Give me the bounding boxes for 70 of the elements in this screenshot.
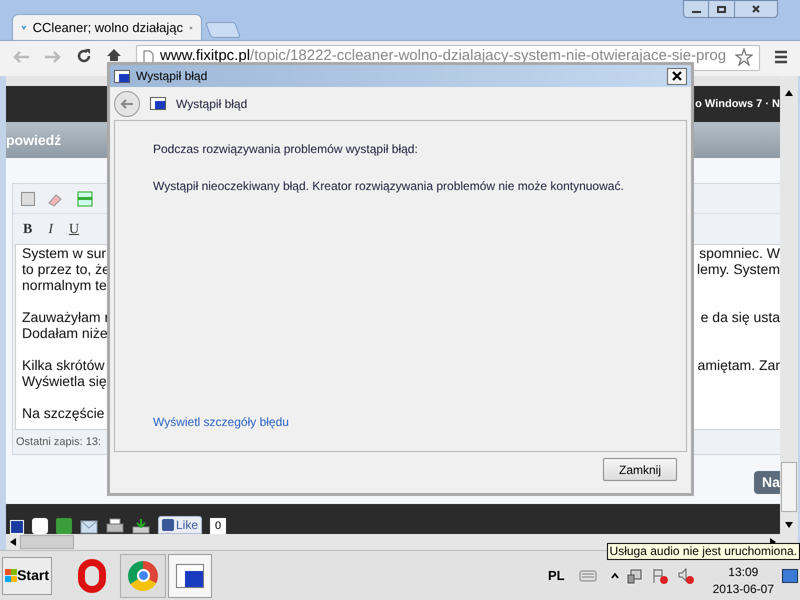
scrollbar-thumb[interactable] [781, 462, 797, 512]
next-button[interactable]: Na [754, 471, 780, 494]
format-button[interactable]: B [23, 218, 32, 240]
chrome-taskbar-icon[interactable] [120, 554, 166, 598]
text-line: Kilka skrótów [22, 357, 104, 373]
text-line: e da się usta [700, 309, 780, 325]
format-button[interactable]: U [69, 218, 80, 240]
arrow-left-icon [120, 98, 134, 108]
error-intro: Podczas rozwiązywania problemów wystąpił błąd: [153, 141, 419, 158]
download-icon[interactable] [132, 518, 150, 534]
close-button[interactable]: Zamknij [603, 458, 677, 481]
like-count: 0 [210, 518, 226, 534]
scroll-up-icon[interactable] [785, 90, 793, 96]
scroll-down-icon[interactable] [785, 522, 793, 528]
scrollbar-thumb[interactable] [20, 535, 74, 549]
browser-tab[interactable]: CCleaner; wolno działając [12, 14, 202, 40]
source-icon[interactable] [21, 192, 35, 206]
show-hidden-icons-icon[interactable] [610, 572, 619, 578]
last-save-status: Ostatni zapis: 13: [16, 434, 101, 450]
facebook-icon [162, 519, 174, 531]
printer-icon[interactable] [106, 518, 124, 534]
text-line: Wyświetla się [22, 373, 107, 389]
clock-date[interactable]: 2013-06-07 [712, 580, 774, 598]
language-indicator[interactable]: PL [548, 566, 565, 586]
error-details-link[interactable]: Wyświetl szczegóły błędu [153, 413, 686, 431]
network-icon[interactable] [626, 568, 643, 584]
minimize-button[interactable] [683, 0, 709, 18]
show-desktop-button[interactable] [782, 568, 798, 582]
error-message: Wystąpił nieoczekiwany błąd. Kreator rozwiązywania problemów nie może kontynuować. [153, 178, 625, 195]
mail-icon[interactable] [80, 520, 98, 534]
dialog-heading: Wystąpił błąd [176, 96, 248, 112]
dialog-title: Wystąpił błąd [136, 68, 208, 85]
troubleshooter-icon [150, 97, 166, 110]
url-text: www.fixitpc.pl/topic/18222-ccleaner-wolno-dzialajacy-system-nie-otwierajace-sie-prog [160, 47, 726, 64]
like-button[interactable]: Like [158, 516, 202, 534]
page-icon [143, 50, 154, 64]
text-line: Dodałam niże [22, 325, 108, 341]
text-line: System w sur [22, 245, 106, 261]
text-line: normalnym te [22, 277, 107, 293]
clock-time[interactable]: 13:09 [728, 564, 758, 580]
maximize-button[interactable] [709, 0, 735, 18]
troubleshooter-icon [114, 70, 130, 82]
format-button[interactable]: I [48, 218, 54, 240]
tab-title: CCleaner; wolno działając [32, 18, 183, 37]
start-button[interactable]: Start [2, 556, 52, 594]
reload-icon[interactable] [76, 48, 92, 64]
speaker-error-icon[interactable] [676, 566, 695, 584]
table-icon[interactable] [77, 190, 93, 206]
text-line: lemy. System [697, 261, 780, 277]
menu-icon[interactable] [774, 50, 788, 64]
close-icon [672, 71, 682, 81]
windows-logo-icon [5, 569, 16, 582]
flag-error-icon[interactable] [650, 566, 669, 584]
window-close-button[interactable] [735, 0, 778, 18]
close-icon [751, 4, 761, 14]
back-button[interactable] [114, 90, 140, 116]
share-icon[interactable] [32, 518, 48, 534]
scroll-left-icon[interactable] [10, 538, 16, 546]
text-line: Na szczęście [22, 405, 104, 421]
nav-text[interactable]: o Windows 7 · N [695, 96, 780, 112]
section-title: powiedź [6, 130, 62, 150]
troubleshooter-taskbar-icon[interactable] [168, 554, 212, 598]
dialog-close-button[interactable] [667, 68, 687, 84]
home-icon[interactable] [106, 48, 122, 62]
tooltip: Usługa audio nie jest uruchomiona. [606, 543, 800, 560]
star-icon[interactable] [735, 48, 753, 66]
text-line: amiętam. Zar [698, 357, 780, 373]
text-line: spomniec. W [699, 245, 780, 261]
keyboard-icon[interactable] [578, 570, 597, 582]
share-icon[interactable] [10, 520, 24, 534]
